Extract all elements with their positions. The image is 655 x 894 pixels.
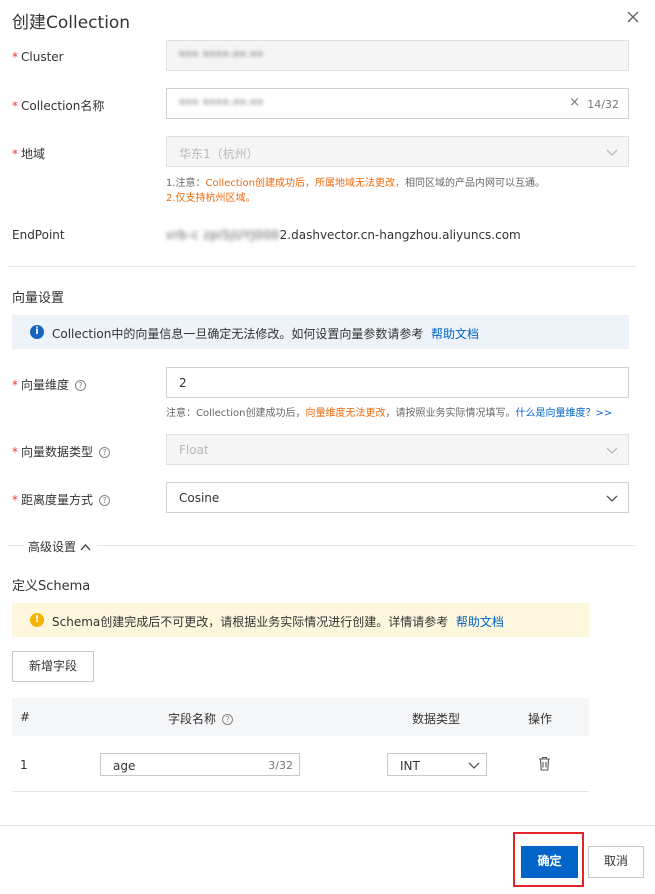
dimension-value: 2 xyxy=(179,376,187,390)
dimension-note: 注意：Collection创建成功后，向量维度无法更改，请按照业务实际情况填写。… xyxy=(166,408,613,419)
region-value: 华东1（杭州） xyxy=(179,147,259,161)
dialog-header: 创建Collection xyxy=(0,0,655,40)
help-icon[interactable]: ? xyxy=(99,447,111,458)
field-name-value: age xyxy=(113,759,136,773)
endpoint-value: vrb-c zpi5jUYJ0002.dashvector.cn-hangzho… xyxy=(166,228,521,242)
help-icon[interactable]: ? xyxy=(75,380,87,391)
table-header: # 字段名称? 数据类型 操作 xyxy=(12,698,589,736)
close-icon[interactable] xyxy=(625,9,641,25)
collection-name-label: * Collection名称 xyxy=(12,99,105,113)
help-icon[interactable]: ? xyxy=(222,714,234,725)
trash-icon[interactable] xyxy=(538,756,551,771)
field-type-value: INT xyxy=(400,759,420,773)
dialog-title: 创建Collection xyxy=(12,13,131,33)
what-is-dimension-link[interactable]: 什么是向量维度？>> xyxy=(515,408,612,419)
collection-name-value: *** ****·**·** xyxy=(179,97,264,111)
dimension-input[interactable]: 2 xyxy=(166,367,629,398)
help-doc-link[interactable]: 帮助文档 xyxy=(456,615,504,629)
column-header-action: 操作 xyxy=(528,712,553,726)
endpoint-label: EndPoint xyxy=(12,228,65,242)
cluster-value: *** ****·**·** xyxy=(179,49,264,63)
region-select: 华东1（杭州） xyxy=(166,136,629,167)
clear-icon[interactable]: × xyxy=(569,95,580,110)
cluster-field: *** ****·**·** xyxy=(166,40,629,71)
metric-label: * 距离度量方式? xyxy=(12,491,111,508)
chevron-down-icon xyxy=(606,495,618,502)
column-header-type: 数据类型 xyxy=(412,712,461,726)
help-icon[interactable]: ? xyxy=(99,495,111,506)
cancel-button[interactable]: 取消 xyxy=(588,846,644,878)
collection-name-input[interactable]: *** ****·**·** × 14/32 xyxy=(166,88,629,119)
field-type-select[interactable]: INT xyxy=(387,753,487,776)
char-counter: 3/32 xyxy=(268,759,293,772)
chevron-up-icon xyxy=(80,544,91,551)
region-note-1: 1.注意：Collection创建成功后，所属地域无法更改，相同区域的产品内网可… xyxy=(166,178,546,189)
data-type-label: * 向量数据类型? xyxy=(12,443,111,460)
table-row: 1 age 3/32 INT xyxy=(12,736,589,792)
region-label: * 地域 xyxy=(12,147,46,161)
region-note-2: 2.仅支持杭州区域。 xyxy=(166,193,256,204)
schema-title: 定义Schema xyxy=(12,579,91,594)
divider xyxy=(8,266,636,267)
column-header-name: 字段名称? xyxy=(168,710,234,727)
metric-select[interactable]: Cosine xyxy=(166,482,629,513)
advanced-settings-toggle[interactable]: 高级设置 xyxy=(24,538,98,555)
add-field-button[interactable]: 新增字段 xyxy=(12,651,94,682)
field-name-input[interactable]: age 3/32 xyxy=(100,753,300,776)
chevron-down-icon xyxy=(606,149,618,156)
warning-icon: ! xyxy=(30,613,44,627)
chevron-down-icon xyxy=(606,447,618,454)
char-counter: 14/32 xyxy=(587,98,619,111)
metric-value: Cosine xyxy=(179,491,220,505)
info-icon: i xyxy=(30,325,44,339)
schema-warning-banner: ! Schema创建完成后不可更改，请根据业务实际情况进行创建。详情请参考 帮助… xyxy=(12,603,589,637)
confirm-button[interactable]: 确定 xyxy=(521,846,578,878)
chevron-down-icon xyxy=(468,762,480,769)
footer-divider xyxy=(0,825,655,826)
help-doc-link[interactable]: 帮助文档 xyxy=(431,327,479,341)
row-index: 1 xyxy=(20,758,28,772)
vector-settings-title: 向量设置 xyxy=(12,291,65,306)
data-type-select: Float xyxy=(166,434,629,465)
divider xyxy=(8,545,636,546)
cluster-label: * Cluster xyxy=(12,50,64,64)
data-type-value: Float xyxy=(179,443,209,457)
column-header-index: # xyxy=(20,710,31,724)
dimension-label: * 向量维度? xyxy=(12,376,87,393)
vector-info-banner: i Collection中的向量信息一旦确定无法修改。如何设置向量参数请参考 帮… xyxy=(12,315,629,349)
